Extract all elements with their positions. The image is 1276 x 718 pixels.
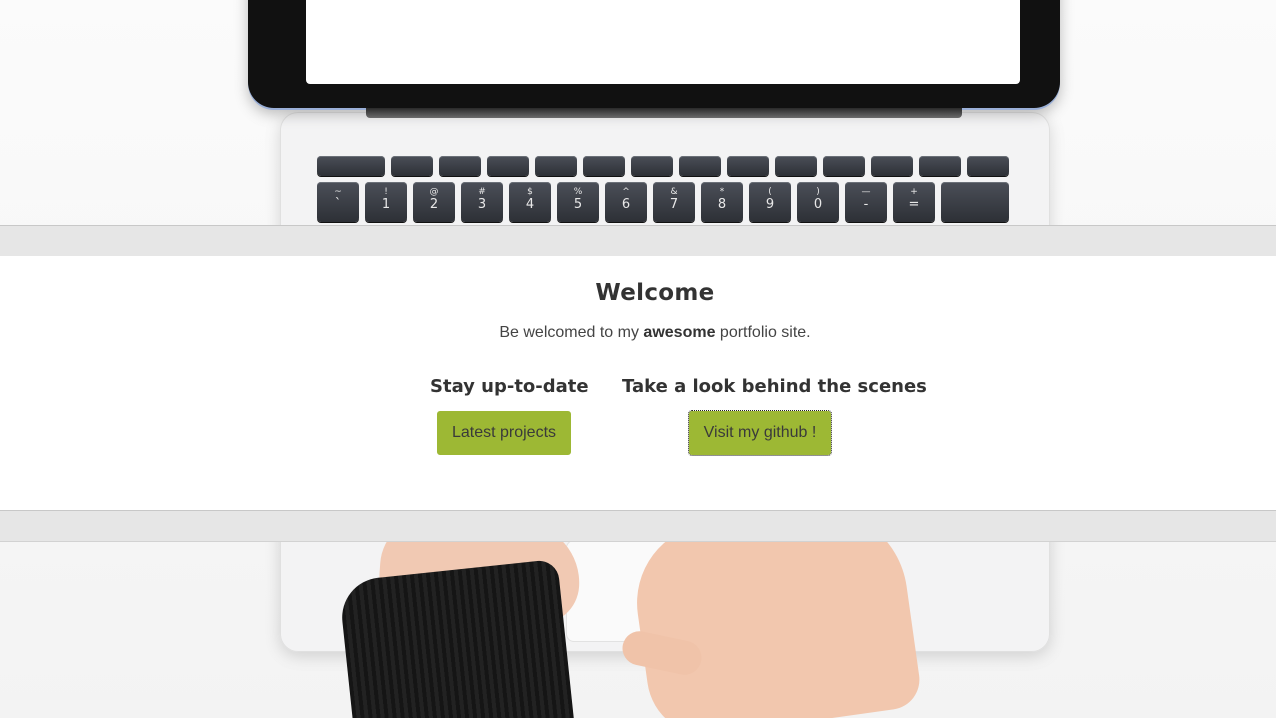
keyboard-key: (9 xyxy=(749,182,791,222)
keyboard-key: — - xyxy=(845,182,887,222)
column-heading: Take a look behind the scenes xyxy=(622,376,927,397)
keyboard-key: ^ 6 xyxy=(605,182,647,222)
key-symbol: 8 xyxy=(717,197,727,212)
key-symbol: 2 xyxy=(429,197,439,212)
keyboard-key: & 7 xyxy=(653,182,695,222)
key-shift-symbol: — xyxy=(861,187,871,197)
key-shift-symbol: * xyxy=(719,187,725,197)
keyboard-key xyxy=(871,156,913,176)
key-shift-symbol: @ xyxy=(429,187,439,197)
key-symbol: 1 xyxy=(381,197,391,212)
key-shift-symbol: & xyxy=(670,187,678,197)
key-shift-symbol: # xyxy=(478,187,486,197)
key-symbol: - xyxy=(863,197,869,212)
keyboard-key xyxy=(679,156,721,176)
key-symbol: 0 xyxy=(813,197,823,212)
keyboard-key: ) 0 xyxy=(797,182,839,222)
column-heading: Stay up-to-date xyxy=(430,376,589,397)
key-symbol: 6 xyxy=(621,197,631,212)
key-shift-symbol: ! xyxy=(384,187,388,197)
keyboard-key xyxy=(775,156,817,176)
keyboard-key xyxy=(535,156,577,176)
keyboard-key: * 8 xyxy=(701,182,743,222)
key-symbol: = xyxy=(908,197,920,212)
welcome-intro: Be welcomed to my awesome portfolio site… xyxy=(0,324,1276,342)
keyboard-key-delete xyxy=(941,182,1009,222)
intro-text-bold: awesome xyxy=(643,324,716,341)
keyboard-key xyxy=(967,156,1009,176)
key-symbol: ` xyxy=(334,197,342,212)
laptop-hinge xyxy=(366,108,962,118)
keyboard-key: @2 xyxy=(413,182,455,222)
keyboard-key xyxy=(583,156,625,176)
key-shift-symbol: ( xyxy=(768,187,772,197)
key-symbol: 4 xyxy=(525,197,535,212)
keyboard-key xyxy=(317,156,385,176)
keyboard-key: ~ ` xyxy=(317,182,359,222)
visit-github-button[interactable]: Visit my github ! xyxy=(687,410,833,456)
keyboard-key: % 5 xyxy=(557,182,599,222)
key-shift-symbol: ~ xyxy=(334,187,342,197)
latest-projects-button[interactable]: Latest projects xyxy=(436,411,572,455)
intro-text-start: Be welcomed to my xyxy=(499,324,644,341)
key-shift-symbol: % xyxy=(573,187,583,197)
panel-top-border xyxy=(0,225,1276,257)
keyboard-key xyxy=(391,156,433,176)
keyboard-key xyxy=(823,156,865,176)
key-symbol: 9 xyxy=(765,197,775,212)
black-sleeve xyxy=(338,558,574,718)
key-shift-symbol: + xyxy=(910,187,918,197)
keyboard-key: + = xyxy=(893,182,935,222)
keyboard-key xyxy=(631,156,673,176)
column-behind-the-scenes: Take a look behind the scenes Visit my g… xyxy=(622,376,927,456)
key-shift-symbol: $ xyxy=(527,187,533,197)
keyboard-key: $4 xyxy=(509,182,551,222)
key-shift-symbol: ) xyxy=(816,187,820,197)
key-symbol: 3 xyxy=(477,197,487,212)
column-stay-up-to-date: Stay up-to-date Latest projects xyxy=(430,376,589,455)
keyboard-key: ! 1 xyxy=(365,182,407,222)
key-symbol: 7 xyxy=(669,197,679,212)
panel-bottom-border xyxy=(0,510,1276,542)
page-title: Welcome xyxy=(595,280,715,306)
key-symbol: 5 xyxy=(573,197,583,212)
keyboard-key xyxy=(919,156,961,176)
welcome-panel: Welcome Be welcomed to my awesome portfo… xyxy=(0,256,1276,510)
intro-text-end: portfolio site. xyxy=(715,324,811,341)
keyboard-key xyxy=(487,156,529,176)
key-shift-symbol: ^ xyxy=(622,187,630,197)
laptop-keyboard: ~ `! 1 @2 #3 $4% 5 ^ 6 & 7 * 8(9) 0— - + = xyxy=(315,154,1011,234)
laptop-screen xyxy=(306,0,1020,84)
keyboard-key: #3 xyxy=(461,182,503,222)
keyboard-key xyxy=(727,156,769,176)
keyboard-key xyxy=(439,156,481,176)
